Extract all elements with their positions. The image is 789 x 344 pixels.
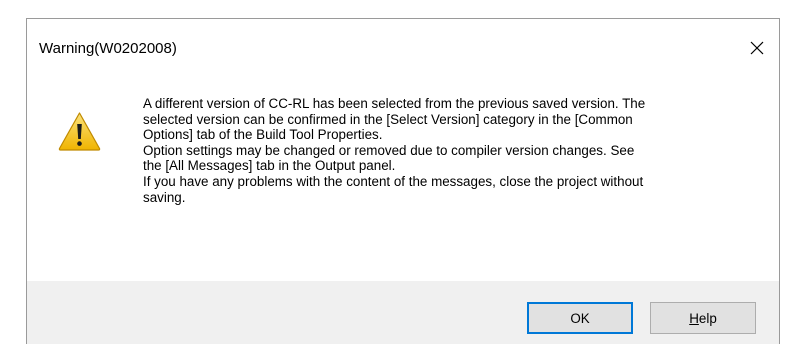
message-line: A different version of CC-RL has been se… (143, 96, 646, 111)
message-line: Option settings may be changed or remove… (143, 142, 635, 158)
close-button[interactable] (739, 33, 775, 63)
message-text: A different version of CC-RL has been se… (143, 96, 763, 205)
dialog-content: A different version of CC-RL has been se… (27, 75, 779, 281)
help-label: elp (698, 310, 717, 326)
message-line: the [All Messages] tab in the Output pan… (143, 158, 396, 174)
help-accelerator: H (689, 310, 699, 326)
ok-button[interactable]: OK (527, 302, 633, 334)
warning-dialog: Warning(W0202008) A different version of… (26, 18, 780, 344)
title-bar: Warning(W0202008) (27, 19, 779, 75)
button-bar: OK Help (27, 281, 779, 344)
close-icon (750, 41, 764, 55)
message-line: If you have any problems with the conten… (143, 173, 644, 189)
message-line: Options] tab of the Build Tool Propertie… (143, 127, 383, 143)
help-button[interactable]: Help (650, 302, 756, 334)
message-line: selected version can be confirmed in the… (143, 111, 633, 127)
dialog-title: Warning(W0202008) (39, 40, 177, 57)
warning-icon (58, 112, 101, 151)
message-line: saving. (143, 189, 186, 205)
